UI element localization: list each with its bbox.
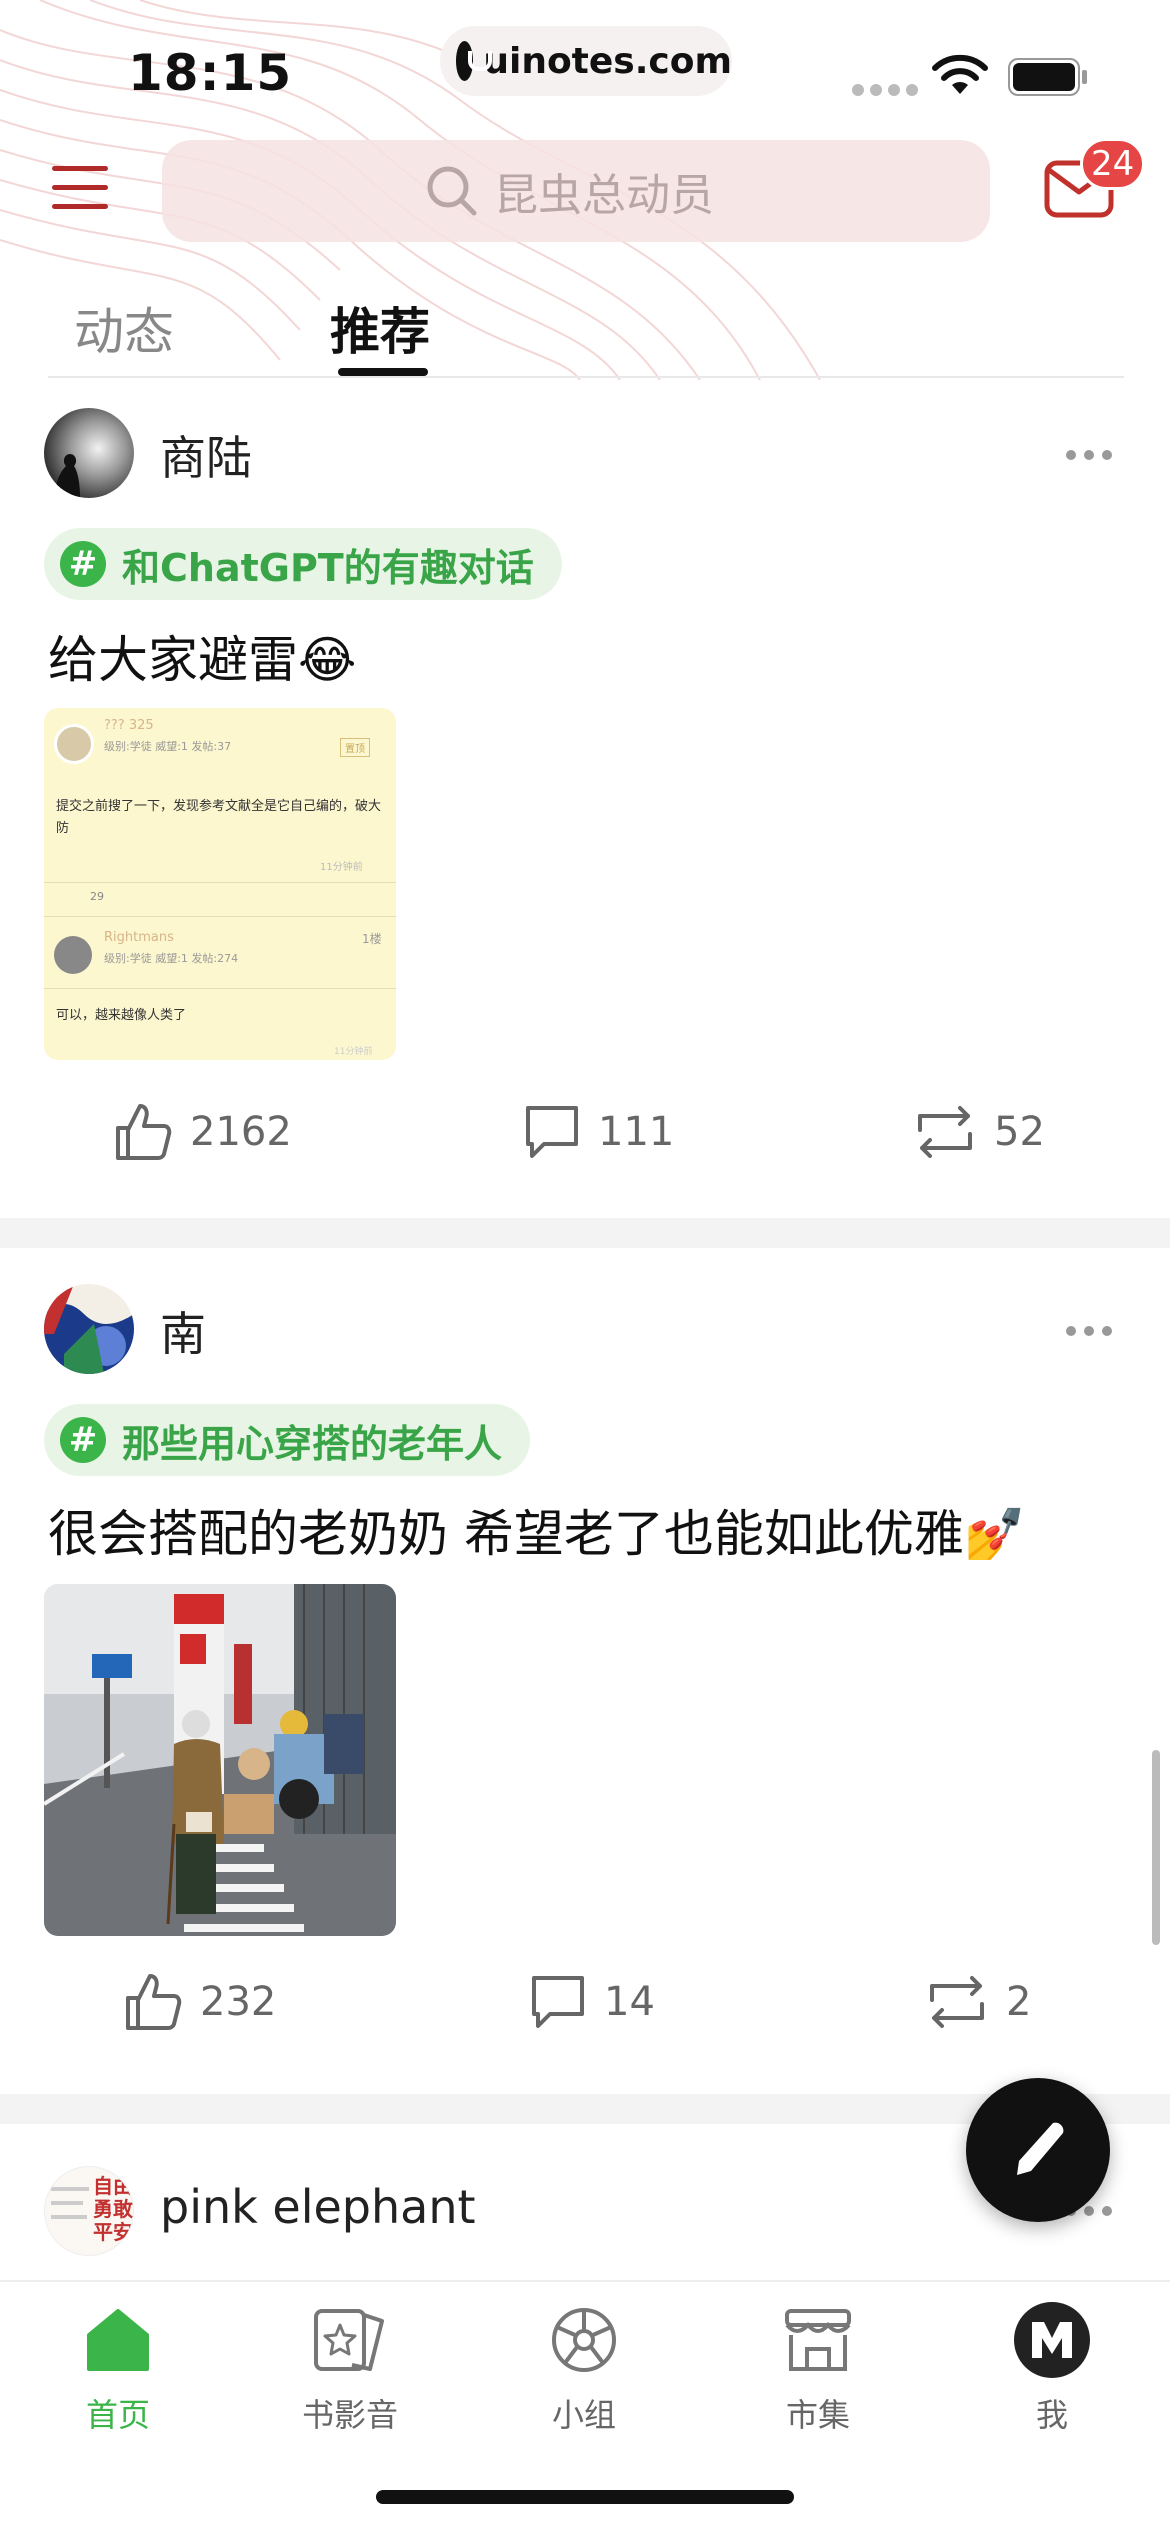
feed-post[interactable]: 商陆 # 和ChatGPT的有趣对话 给大家避雷😂 ??? 325 级别:学徒 …	[0, 378, 1170, 1218]
screenshot-tag: 置顶	[340, 738, 370, 757]
screenshot-time: 11分钟前	[320, 862, 363, 873]
wifi-icon	[932, 54, 988, 94]
like-button[interactable]: 2162	[112, 1100, 292, 1164]
screenshot-reply-user: Rightmans	[104, 930, 174, 945]
search-input[interactable]: 昆虫总动员	[162, 140, 990, 242]
screenshot-meta: 级别:学徒 威望:1 发帖:37	[104, 740, 232, 753]
comment-count: 111	[598, 1109, 675, 1155]
hashtag-icon: #	[60, 1417, 106, 1463]
screenshot-reply-floor: 1楼	[362, 932, 382, 946]
comment-icon	[532, 1976, 584, 2028]
avatar[interactable]	[44, 408, 134, 498]
nav-label: 书影音	[301, 2396, 398, 2434]
thumbs-up-icon	[116, 1104, 172, 1160]
tab-dynamic[interactable]: 动态	[74, 292, 174, 364]
compose-button[interactable]	[966, 2078, 1110, 2222]
comment-button[interactable]: 14	[526, 1970, 655, 2034]
feed-post[interactable]: 南 # 那些用心穿搭的老年人 很会搭配的老奶奶 希望老了也能如此优雅💅 232 …	[0, 1248, 1170, 2094]
tab-bar: 动态 推荐	[0, 280, 1170, 376]
post-text: 很会搭配的老奶奶 希望老了也能如此优雅💅	[48, 1505, 1027, 1563]
post-separator	[0, 1218, 1170, 1248]
search-placeholder: 昆虫总动员	[494, 170, 714, 221]
nav-label: 我	[1035, 2396, 1068, 2434]
pencil-icon	[1017, 2122, 1064, 2175]
more-options-icon[interactable]	[1066, 450, 1112, 460]
topic-tag[interactable]: # 那些用心穿搭的老年人	[44, 1404, 531, 1476]
topic-text: 那些用心穿搭的老年人	[122, 1421, 503, 1466]
post-image[interactable]	[44, 1584, 396, 1936]
post-actions: 232 14 2	[0, 1970, 1170, 2050]
url-text: uinotes.com	[483, 40, 732, 82]
username[interactable]: 南	[160, 1298, 206, 1364]
hashtag-icon: #	[60, 541, 106, 587]
scrollbar[interactable]	[1152, 1750, 1160, 1945]
screenshot-username: ??? 325	[104, 718, 154, 733]
nav-item-market[interactable]: 市集	[738, 2300, 898, 2436]
group-icon	[544, 2300, 624, 2380]
avatar-text: 勇敢	[93, 2197, 133, 2221]
topic-text: 和ChatGPT的有趣对话	[122, 545, 534, 590]
like-button[interactable]: 232	[122, 1970, 276, 2034]
home-icon	[78, 2300, 158, 2380]
repost-count: 2	[1006, 1979, 1032, 2025]
nav-item-media[interactable]: 书影音	[270, 2300, 430, 2436]
like-count: 2162	[190, 1109, 292, 1155]
nav-label: 小组	[551, 2396, 616, 2434]
username[interactable]: 商陆	[160, 422, 252, 488]
search-icon	[427, 166, 477, 216]
cellular-signal-icon	[852, 84, 918, 96]
screenshot-avatar-icon	[54, 724, 94, 764]
post-image[interactable]: ??? 325 级别:学徒 威望:1 发帖:37 置顶 提交之前搜了一下，发现参…	[44, 708, 396, 1060]
post-text: 给大家避雷😂	[48, 631, 357, 689]
comment-count: 14	[604, 1979, 655, 2025]
screenshot-reply-body: 可以，越来越像人类了	[56, 1008, 187, 1023]
repost-icon	[918, 1106, 972, 1158]
tab-recommend[interactable]: 推荐	[330, 292, 430, 364]
nav-label: 首页	[85, 2396, 150, 2434]
topic-tag[interactable]: # 和ChatGPT的有趣对话	[44, 528, 562, 600]
avatar[interactable]	[44, 1284, 134, 1374]
status-bar: 18:15 uinotes.com	[0, 0, 1170, 140]
url-pill[interactable]: uinotes.com	[440, 26, 732, 96]
avatar-text: 自由	[93, 2174, 133, 2198]
media-icon	[310, 2300, 390, 2380]
status-time: 18:15	[128, 44, 293, 102]
market-icon	[778, 2300, 858, 2380]
avatar[interactable]: 自由 勇敢 平安	[44, 2166, 134, 2256]
menu-icon[interactable]	[52, 166, 108, 214]
nav-item-profile[interactable]: 我	[972, 2300, 1132, 2436]
screenshot-reply-avatar-icon	[54, 936, 92, 974]
battery-icon	[1008, 58, 1087, 96]
screenshot-like-count: 29	[90, 890, 104, 903]
repost-button[interactable]: 2	[922, 1970, 1031, 2034]
avatar-text: 平安	[93, 2220, 133, 2244]
active-tab-indicator	[338, 368, 428, 376]
repost-icon	[930, 1976, 984, 2028]
screenshot-reply-meta: 级别:学徒 威望:1 发帖:274	[104, 952, 239, 965]
screenshot-reply-time: 11分钟前	[334, 1047, 373, 1057]
nav-item-home[interactable]: 首页	[38, 2300, 198, 2436]
username[interactable]: pink elephant	[160, 2180, 476, 2234]
repost-count: 52	[994, 1109, 1045, 1155]
repost-button[interactable]: 52	[910, 1100, 1045, 1164]
screenshot-body: 提交之前搜了一下，发现参考文献全是它自己编的，破大防	[56, 799, 382, 836]
profile-icon	[1012, 2300, 1092, 2380]
nav-item-group[interactable]: 小组	[504, 2300, 664, 2436]
comment-icon	[526, 1106, 578, 1158]
more-options-icon[interactable]	[1066, 1326, 1112, 1336]
home-indicator	[376, 2490, 794, 2504]
comment-button[interactable]: 111	[520, 1100, 674, 1164]
post-actions: 2162 111 52	[0, 1100, 1170, 1180]
mail-badge: 24	[1080, 138, 1146, 190]
like-count: 232	[200, 1979, 277, 2025]
site-logo-icon	[456, 41, 493, 81]
thumbs-up-icon	[126, 1974, 182, 2030]
nav-label: 市集	[785, 2396, 850, 2434]
